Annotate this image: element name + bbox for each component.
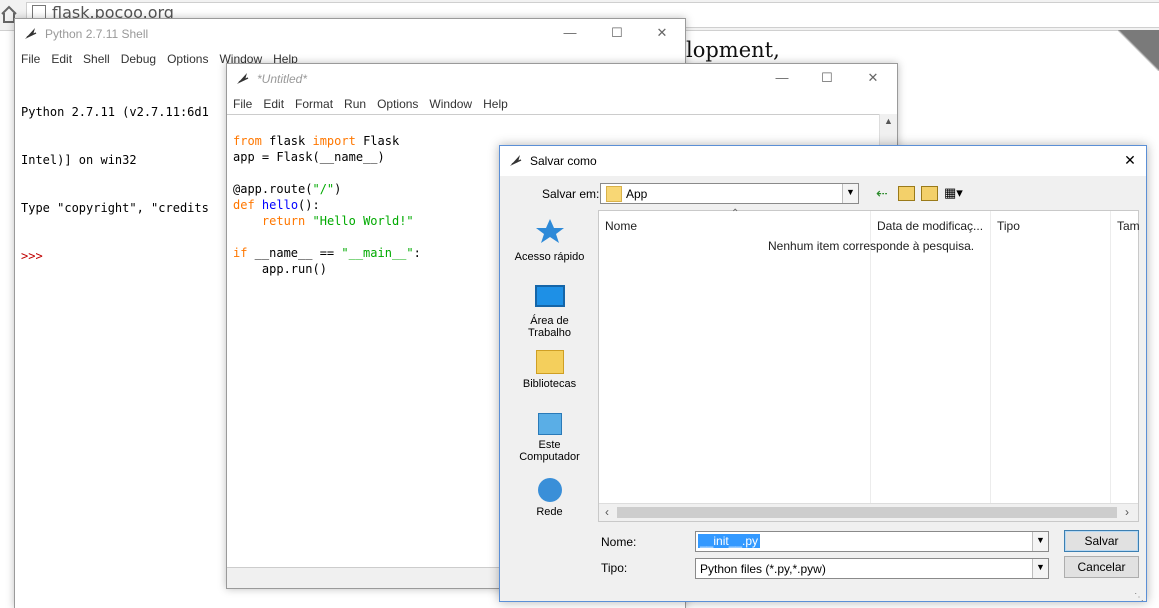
file-list[interactable]: ⌃ Nome Data de modificaç... Tipo Tam Nen… — [598, 208, 1140, 522]
editor-title: *Untitled* — [257, 72, 308, 86]
libraries-folder-icon — [535, 350, 564, 374]
place-quick-access[interactable]: Acesso rápido — [507, 218, 592, 263]
computer-icon — [537, 413, 562, 435]
editor-code[interactable]: from flask import Flask app = Flask(__nam… — [233, 117, 421, 309]
place-network[interactable]: Rede — [507, 478, 592, 518]
python-feather-icon — [510, 155, 522, 166]
code-line: @app.route("/") — [233, 182, 342, 196]
scroll-left-icon[interactable]: ‹ — [605, 505, 609, 519]
editor-titlebar[interactable]: *Untitled* — ☐ ✕ — [227, 64, 897, 94]
maximize-icon[interactable]: ☐ — [607, 24, 627, 42]
scroll-up-icon[interactable]: ▲ — [880, 114, 897, 126]
place-label: Bibliotecas — [522, 378, 577, 390]
shell-output[interactable]: Python 2.7.11 (v2.7.11:6d1 Intel)] on wi… — [21, 72, 209, 296]
scroll-right-icon[interactable]: › — [1125, 505, 1129, 519]
code-line: app = Flask(__name__) — [233, 150, 385, 164]
column-divider — [990, 211, 991, 503]
menu-file[interactable]: File — [15, 49, 45, 66]
shell-line: Intel)] on win32 — [21, 153, 137, 167]
menu-help[interactable]: Help — [477, 94, 513, 111]
page-background-text: lopment, — [686, 38, 780, 62]
sort-up-icon: ⌃ — [731, 208, 740, 219]
star-icon — [535, 219, 564, 243]
maximize-icon[interactable]: ☐ — [817, 69, 837, 87]
save-button-label: Salvar — [1084, 534, 1119, 548]
column-divider — [870, 211, 871, 503]
scroll-thumb[interactable] — [617, 507, 1117, 518]
code-line: return "Hello World!" — [261, 214, 414, 228]
python-feather-icon — [25, 28, 37, 39]
menu-window[interactable]: Window — [423, 94, 477, 111]
menu-options[interactable]: Options — [371, 94, 423, 111]
menu-run[interactable]: Run — [338, 94, 371, 111]
type-value: Python files (*.py,*.pyw) — [700, 562, 826, 576]
filename-input[interactable]: __init__.py — [698, 534, 761, 548]
new-folder-icon[interactable] — [921, 186, 938, 201]
save-in-value: App — [626, 187, 648, 201]
minimize-icon[interactable]: — — [560, 24, 580, 42]
save-in-label: Salvar em: — [542, 187, 600, 201]
chevron-down-icon[interactable]: ▼ — [842, 184, 858, 203]
code-line: from flask import Flask — [233, 134, 400, 148]
place-libraries[interactable]: Bibliotecas — [507, 350, 592, 390]
close-icon[interactable]: ✕ — [652, 24, 672, 42]
file-list-horizontal-scrollbar[interactable]: ‹ › — [599, 503, 1138, 521]
network-globe-icon — [537, 478, 562, 502]
place-desktop[interactable]: Área de Trabalho — [507, 285, 592, 339]
menu-edit[interactable]: Edit — [257, 94, 289, 111]
place-label: Área de Trabalho — [527, 315, 571, 339]
shell-titlebar[interactable]: Python 2.7.11 Shell — ☐ ✕ — [15, 19, 685, 49]
close-icon[interactable]: ✕ — [1120, 151, 1140, 169]
place-label: Rede — [536, 506, 563, 518]
empty-message: Nenhum item corresponde à pesquisa. — [768, 239, 975, 253]
folder-icon — [606, 186, 622, 202]
column-size[interactable]: Tam — [1117, 219, 1140, 233]
dialog-title: Salvar como — [530, 154, 597, 168]
place-label: Acesso rápido — [514, 251, 585, 263]
save-in-combo[interactable]: App ▼ — [600, 183, 859, 204]
desktop-icon — [534, 285, 565, 307]
shell-title: Python 2.7.11 Shell — [45, 27, 149, 41]
up-folder-icon[interactable] — [898, 186, 915, 201]
type-label: Tipo: — [601, 561, 628, 575]
code-line: def hello(): — [233, 198, 320, 212]
cancel-button[interactable]: Cancelar — [1064, 556, 1139, 578]
shell-line: Python 2.7.11 (v2.7.11:6d1 — [21, 105, 209, 119]
column-divider — [1110, 211, 1111, 503]
menu-format[interactable]: Format — [289, 94, 338, 111]
code-line: app.run() — [233, 262, 327, 276]
cancel-button-label: Cancelar — [1077, 560, 1126, 574]
chevron-down-icon[interactable]: ▼ — [1032, 532, 1048, 551]
back-arrow-icon[interactable]: ⇠ — [876, 185, 888, 202]
menu-shell[interactable]: Shell — [77, 49, 115, 66]
menu-options[interactable]: Options — [161, 49, 213, 66]
place-label: Este Computador — [519, 439, 580, 463]
filename-label: Nome: — [601, 535, 637, 549]
place-this-pc[interactable]: Este Computador — [507, 413, 592, 463]
column-name[interactable]: Nome — [605, 219, 637, 233]
filename-combo[interactable]: __init__.py ▼ — [695, 531, 1049, 552]
minimize-icon[interactable]: — — [772, 69, 792, 87]
column-date-modified[interactable]: Data de modificaç... — [877, 219, 983, 233]
menu-file[interactable]: File — [227, 94, 257, 111]
code-line: if __name__ == "__main__": — [233, 246, 421, 260]
shell-line: Type "copyright", "credits — [21, 201, 209, 215]
view-menu-icon[interactable]: ▦▾ — [944, 185, 963, 201]
resize-grip-icon[interactable]: ⋱ — [1134, 592, 1144, 603]
shell-prompt: >>> — [21, 249, 43, 263]
menu-edit[interactable]: Edit — [45, 49, 77, 66]
type-combo[interactable]: Python files (*.py,*.pyw) ▼ — [695, 558, 1049, 579]
menu-debug[interactable]: Debug — [115, 49, 161, 66]
python-feather-icon — [237, 73, 249, 84]
chevron-down-icon[interactable]: ▼ — [1032, 559, 1048, 578]
close-icon[interactable]: ✕ — [863, 69, 883, 87]
save-button[interactable]: Salvar — [1064, 530, 1139, 552]
editor-menubar: File Edit Format Run Options Window Help — [227, 94, 897, 114]
dialog-titlebar[interactable]: Salvar como ✕ — [500, 146, 1146, 176]
column-type[interactable]: Tipo — [997, 219, 1020, 233]
places-bar: Acesso rápido Área de Trabalho Bibliotec… — [507, 210, 592, 530]
page-corner-ribbon — [1118, 30, 1159, 71]
